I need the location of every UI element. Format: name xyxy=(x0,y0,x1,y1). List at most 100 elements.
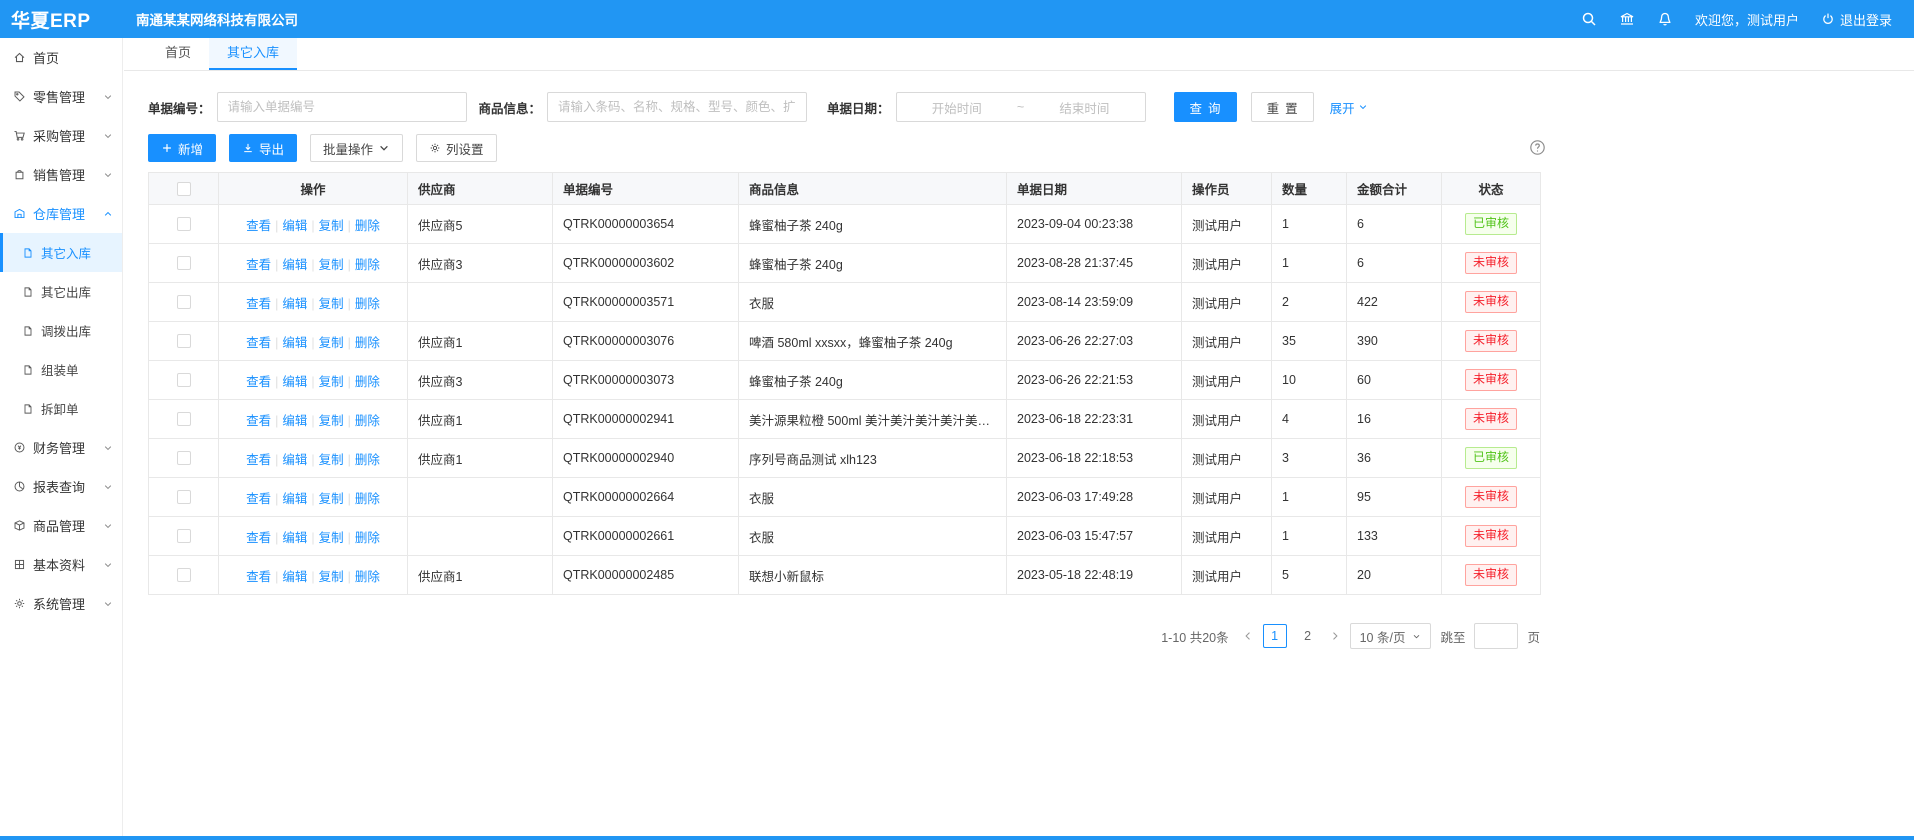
row-checkbox[interactable] xyxy=(177,412,191,426)
row-action-delete[interactable]: 删除 xyxy=(355,453,380,467)
date-range-picker[interactable]: 开始时间 ~ 结束时间 xyxy=(896,92,1146,122)
row-action-edit[interactable]: 编辑 xyxy=(282,375,307,389)
next-page-button[interactable] xyxy=(1329,630,1341,642)
row-action-view[interactable]: 查看 xyxy=(246,414,271,428)
row-action-view[interactable]: 查看 xyxy=(246,492,271,506)
row-action-edit[interactable]: 编辑 xyxy=(282,414,307,428)
column-settings-button[interactable]: 列设置 xyxy=(416,134,497,162)
row-action-view[interactable]: 查看 xyxy=(246,375,271,389)
sidebar-item-6[interactable]: 其它出库 xyxy=(0,272,122,311)
row-action-view[interactable]: 查看 xyxy=(246,297,271,311)
row-action-delete[interactable]: 删除 xyxy=(355,492,380,506)
page-size-select[interactable]: 10 条/页 xyxy=(1350,623,1432,649)
row-action-edit[interactable]: 编辑 xyxy=(282,492,307,506)
row-select-cell xyxy=(149,478,219,517)
sidebar-item-3[interactable]: 销售管理 xyxy=(0,155,122,194)
row-action-delete[interactable]: 删除 xyxy=(355,297,380,311)
sidebar-item-label: 调拨出库 xyxy=(41,321,91,340)
row-action-copy[interactable]: 复制 xyxy=(319,258,344,272)
row-action-edit[interactable]: 编辑 xyxy=(282,570,307,584)
product-info-input[interactable] xyxy=(547,92,807,122)
notification-bell-icon[interactable] xyxy=(1657,11,1673,27)
row-action-edit[interactable]: 编辑 xyxy=(282,336,307,350)
row-checkbox[interactable] xyxy=(177,529,191,543)
search-button[interactable]: 查询 xyxy=(1174,92,1237,122)
row-action-edit[interactable]: 编辑 xyxy=(282,219,307,233)
column-header-4: 单据日期 xyxy=(1007,173,1182,205)
sidebar-item-7[interactable]: 调拨出库 xyxy=(0,311,122,350)
amount-cell: 60 xyxy=(1347,361,1442,400)
row-action-view[interactable]: 查看 xyxy=(246,531,271,545)
sidebar-item-1[interactable]: 零售管理 xyxy=(0,77,122,116)
sidebar-item-12[interactable]: 商品管理 xyxy=(0,506,122,545)
page-size-value: 10 条/页 xyxy=(1360,627,1406,646)
row-checkbox[interactable] xyxy=(177,490,191,504)
row-checkbox[interactable] xyxy=(177,334,191,348)
sidebar-item-11[interactable]: 报表查询 xyxy=(0,467,122,506)
row-action-copy[interactable]: 复制 xyxy=(319,570,344,584)
logout-button[interactable]: 退出登录 xyxy=(1821,10,1892,29)
row-checkbox[interactable] xyxy=(177,256,191,270)
expand-filters-link[interactable]: 展开 xyxy=(1330,98,1368,117)
row-action-copy[interactable]: 复制 xyxy=(319,453,344,467)
row-checkbox[interactable] xyxy=(177,373,191,387)
select-all-checkbox[interactable] xyxy=(177,182,191,196)
status-badge: 未审核 xyxy=(1465,252,1517,274)
row-action-edit[interactable]: 编辑 xyxy=(282,453,307,467)
prev-page-button[interactable] xyxy=(1242,630,1254,642)
row-actions-cell: 查看|编辑|复制|删除 xyxy=(219,361,408,400)
row-action-edit[interactable]: 编辑 xyxy=(282,531,307,545)
row-action-delete[interactable]: 删除 xyxy=(355,336,380,350)
search-icon[interactable] xyxy=(1581,11,1597,27)
row-action-copy[interactable]: 复制 xyxy=(319,531,344,545)
row-checkbox[interactable] xyxy=(177,295,191,309)
row-action-copy[interactable]: 复制 xyxy=(319,336,344,350)
page-button-2[interactable]: 2 xyxy=(1296,624,1320,648)
row-action-delete[interactable]: 删除 xyxy=(355,258,380,272)
row-action-delete[interactable]: 删除 xyxy=(355,219,380,233)
sidebar-item-4[interactable]: 仓库管理 xyxy=(0,194,122,233)
row-action-copy[interactable]: 复制 xyxy=(319,297,344,311)
help-icon[interactable] xyxy=(1529,139,1546,156)
row-action-edit[interactable]: 编辑 xyxy=(282,297,307,311)
row-action-delete[interactable]: 删除 xyxy=(355,414,380,428)
qty-cell: 2 xyxy=(1272,283,1347,322)
row-action-copy[interactable]: 复制 xyxy=(319,375,344,389)
sidebar-item-5[interactable]: 其它入库 xyxy=(0,233,122,272)
tab-other-inbound[interactable]: 其它入库 xyxy=(209,38,297,70)
export-button[interactable]: 导出 xyxy=(229,134,297,162)
row-checkbox[interactable] xyxy=(177,217,191,231)
add-button[interactable]: 新增 xyxy=(148,134,216,162)
platform-icon[interactable] xyxy=(1619,11,1635,27)
action-separator: | xyxy=(311,219,314,233)
sidebar-item-8[interactable]: 组装单 xyxy=(0,350,122,389)
tab-home[interactable]: 首页 xyxy=(147,38,209,70)
app-logo[interactable]: 华夏ERP xyxy=(0,6,123,33)
row-action-copy[interactable]: 复制 xyxy=(319,492,344,506)
row-action-view[interactable]: 查看 xyxy=(246,219,271,233)
row-action-view[interactable]: 查看 xyxy=(246,336,271,350)
finance-icon xyxy=(13,441,26,454)
row-action-delete[interactable]: 删除 xyxy=(355,375,380,389)
row-action-delete[interactable]: 删除 xyxy=(355,531,380,545)
sidebar-item-2[interactable]: 采购管理 xyxy=(0,116,122,155)
row-action-copy[interactable]: 复制 xyxy=(319,414,344,428)
row-checkbox[interactable] xyxy=(177,451,191,465)
row-action-delete[interactable]: 删除 xyxy=(355,570,380,584)
row-action-view[interactable]: 查看 xyxy=(246,453,271,467)
row-action-edit[interactable]: 编辑 xyxy=(282,258,307,272)
sidebar-item-9[interactable]: 拆卸单 xyxy=(0,389,122,428)
row-action-copy[interactable]: 复制 xyxy=(319,219,344,233)
sidebar-item-10[interactable]: 财务管理 xyxy=(0,428,122,467)
jump-to-input[interactable] xyxy=(1474,623,1518,649)
sidebar-item-0[interactable]: 首页 xyxy=(0,38,122,77)
sidebar-item-13[interactable]: 基本资料 xyxy=(0,545,122,584)
row-action-view[interactable]: 查看 xyxy=(246,258,271,272)
doc-no-input[interactable] xyxy=(217,92,467,122)
row-action-view[interactable]: 查看 xyxy=(246,570,271,584)
batch-operations-dropdown[interactable]: 批量操作 xyxy=(310,134,403,162)
row-checkbox[interactable] xyxy=(177,568,191,582)
page-button-1[interactable]: 1 xyxy=(1263,624,1287,648)
reset-button[interactable]: 重置 xyxy=(1251,92,1314,122)
sidebar-item-14[interactable]: 系统管理 xyxy=(0,584,122,623)
